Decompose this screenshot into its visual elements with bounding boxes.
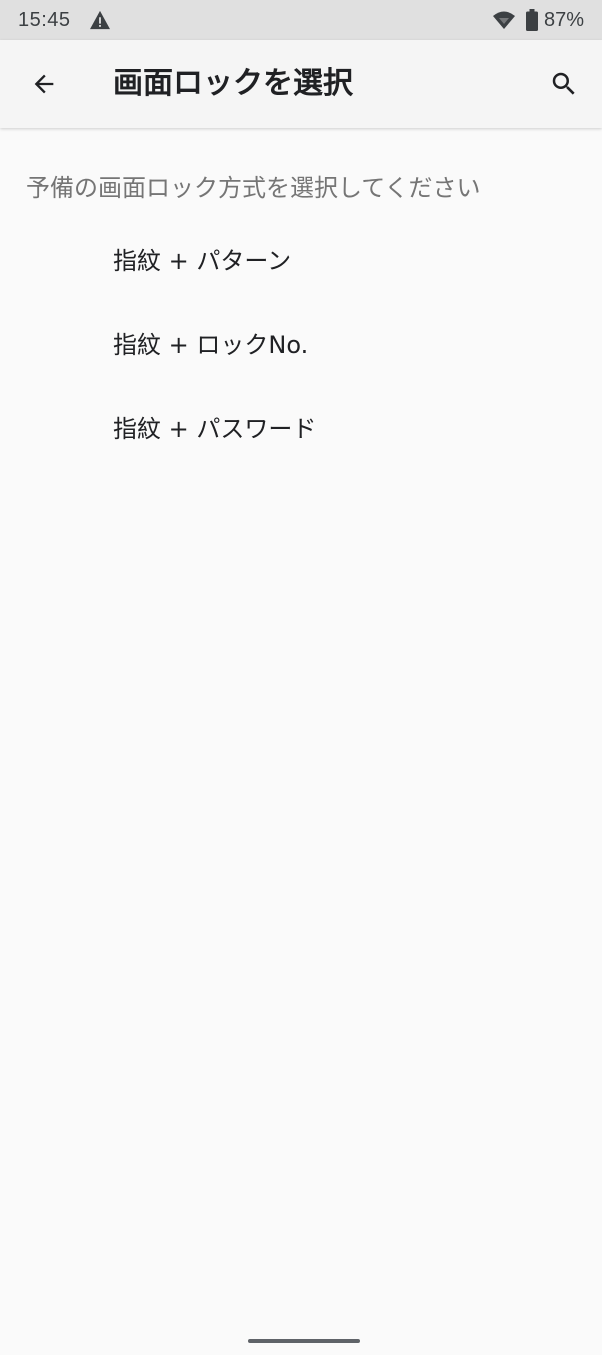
arrow-back-icon: [34, 74, 54, 94]
option-label: 指紋 + パスワード: [113, 414, 317, 443]
section-header: 予備の画面ロック方式を選択してください: [26, 174, 481, 202]
option-fingerprint-password[interactable]: 指紋 + パスワード: [0, 384, 602, 468]
app-bar: 画面ロックを選択: [0, 40, 602, 128]
option-label: 指紋 + パターン: [113, 246, 292, 275]
option-fingerprint-pattern[interactable]: 指紋 + パターン: [0, 216, 602, 300]
page-title: 画面ロックを選択: [113, 66, 353, 101]
search-icon: [552, 72, 575, 95]
back-button[interactable]: [20, 60, 68, 108]
search-button[interactable]: [540, 60, 588, 108]
warning-icon: [89, 10, 110, 30]
gesture-nav-handle[interactable]: [248, 1339, 360, 1343]
battery-icon: [525, 9, 538, 31]
battery-percentage: 87%: [543, 8, 584, 31]
status-left: 15:45: [18, 9, 111, 32]
wifi-icon: [492, 11, 515, 29]
option-fingerprint-pin[interactable]: 指紋 + ロックNo.: [0, 300, 602, 384]
status-right: 87%: [492, 9, 584, 32]
option-label: 指紋 + ロックNo.: [113, 330, 309, 359]
status-bar: 15:45 87%: [0, 0, 602, 40]
option-list: 指紋 + パターン 指紋 + ロックNo. 指紋 + パスワード: [0, 216, 602, 468]
status-time: 15:45: [18, 8, 71, 31]
